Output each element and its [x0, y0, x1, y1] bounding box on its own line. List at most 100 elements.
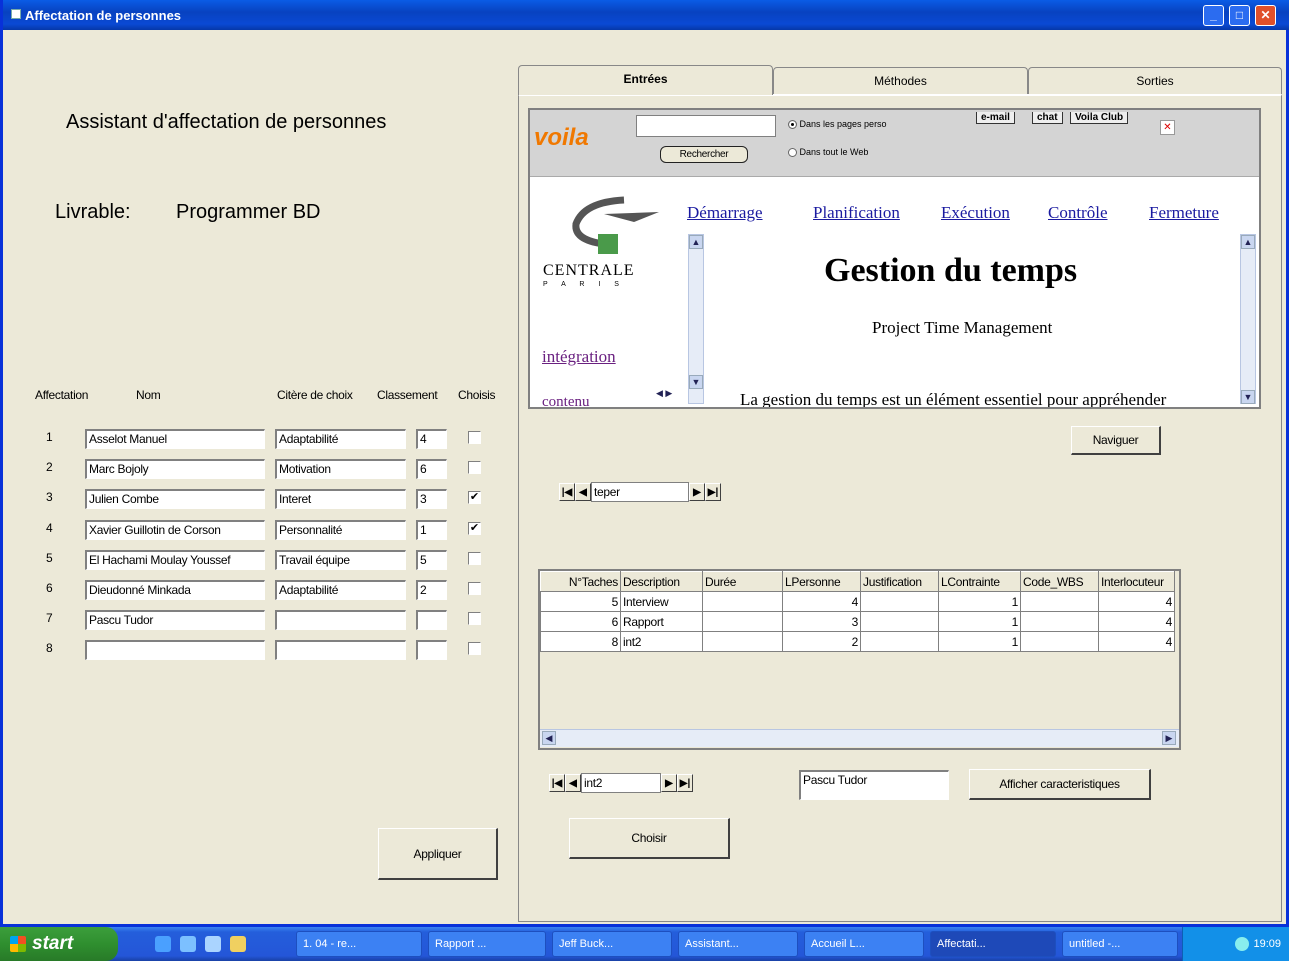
start-button[interactable]: start: [0, 927, 118, 961]
grid-cell[interactable]: 3: [782, 611, 861, 632]
nom-field[interactable]: Asselot Manuel: [85, 429, 265, 449]
naviguer-button[interactable]: Naviguer: [1071, 426, 1161, 455]
grid-cell[interactable]: [860, 611, 939, 632]
side-link-integration[interactable]: intégration: [542, 347, 616, 367]
classement-field[interactable]: 4: [416, 429, 447, 449]
grid-scroll-left-icon[interactable]: ◀: [542, 731, 556, 745]
classement-field[interactable]: 5: [416, 550, 447, 570]
main-scroll-up-icon[interactable]: ▲: [1241, 235, 1255, 249]
grid-header-cell[interactable]: Justification: [860, 571, 939, 592]
nom-field[interactable]: Marc Bojoly: [85, 459, 265, 479]
web-browser[interactable]: voila Rechercher Dans les pages perso Da…: [528, 108, 1261, 409]
choisi-checkbox[interactable]: [468, 612, 481, 625]
choisi-checkbox[interactable]: [468, 431, 481, 444]
grid-header-cell[interactable]: Durée: [702, 571, 783, 592]
grid-cell[interactable]: 2: [782, 631, 861, 652]
tab-entrees[interactable]: Entrées: [518, 65, 773, 95]
link-demarrage[interactable]: Démarrage: [687, 203, 763, 223]
nom-field[interactable]: Julien Combe: [85, 489, 265, 509]
quicklaunch-outlook-icon[interactable]: [180, 936, 196, 952]
critere-field[interactable]: Motivation: [275, 459, 406, 479]
voila-tab-email[interactable]: e-mail: [976, 112, 1015, 124]
link-controle[interactable]: Contrôle: [1048, 203, 1108, 223]
voila-tab-club[interactable]: Voila Club: [1070, 112, 1129, 124]
critere-field[interactable]: Adaptabilité: [275, 580, 406, 600]
appliquer-button[interactable]: Appliquer: [378, 828, 498, 880]
close-button[interactable]: ✕: [1255, 5, 1276, 26]
tray-network-icon[interactable]: [1235, 937, 1250, 951]
grid-cell[interactable]: 5: [540, 591, 621, 612]
grid-cell[interactable]: 4: [1098, 611, 1175, 632]
nom-field[interactable]: El Hachami Moulay Youssef: [85, 550, 265, 570]
grid-cell[interactable]: [860, 591, 939, 612]
title-bar[interactable]: Affectation de personnes _ □ ✕: [3, 0, 1289, 30]
quicklaunch-media-icon[interactable]: [205, 936, 221, 952]
grid-cell[interactable]: 8: [540, 631, 621, 652]
critere-field[interactable]: Adaptabilité: [275, 429, 406, 449]
grid-cell[interactable]: [702, 611, 783, 632]
choisi-checkbox[interactable]: [468, 461, 481, 474]
classement-field[interactable]: 3: [416, 489, 447, 509]
link-execution[interactable]: Exécution: [941, 203, 1010, 223]
critere-field[interactable]: Interet: [275, 489, 406, 509]
maximize-button[interactable]: □: [1229, 5, 1250, 26]
grid-cell[interactable]: Interview: [620, 591, 703, 612]
classement-field[interactable]: 2: [416, 580, 447, 600]
classement-field[interactable]: 6: [416, 459, 447, 479]
grid-cell[interactable]: 4: [1098, 591, 1175, 612]
tab-sorties[interactable]: Sorties: [1028, 67, 1282, 95]
choisi-checkbox[interactable]: [468, 642, 481, 655]
main-scroll-down-icon[interactable]: ▼: [1241, 390, 1255, 404]
nom-field[interactable]: Xavier Guillotin de Corson: [85, 520, 265, 540]
nav1-prev-icon[interactable]: ◀: [575, 483, 591, 501]
grid-cell[interactable]: [860, 631, 939, 652]
nav1-value[interactable]: teper: [591, 482, 689, 502]
grid-cell[interactable]: [1020, 611, 1099, 632]
nav2-prev-icon[interactable]: ◀: [565, 774, 581, 792]
grid-hscrollbar[interactable]: ◀ ▶: [540, 729, 1179, 747]
nom-field[interactable]: Dieudonné Minkada: [85, 580, 265, 600]
nom-field[interactable]: Pascu Tudor: [85, 610, 265, 630]
choisi-checkbox[interactable]: ✔: [468, 522, 481, 535]
person-field[interactable]: Pascu Tudor: [799, 770, 949, 800]
voila-search-input[interactable]: [636, 115, 776, 137]
nom-field[interactable]: [85, 640, 265, 660]
nav2-value[interactable]: int2: [581, 773, 661, 793]
grid-cell[interactable]: [1020, 631, 1099, 652]
scroll-up-arrow-icon[interactable]: ▲: [689, 235, 703, 249]
grid-header-cell[interactable]: Interlocuteur: [1098, 571, 1175, 592]
minimize-button[interactable]: _: [1203, 5, 1224, 26]
choisi-checkbox[interactable]: [468, 552, 481, 565]
taskbar-item-3[interactable]: Jeff Buck...: [552, 931, 672, 957]
grid-cell[interactable]: 6: [540, 611, 621, 632]
classement-field[interactable]: [416, 610, 447, 630]
link-fermeture[interactable]: Fermeture: [1149, 203, 1219, 223]
grid-cell[interactable]: 1: [938, 591, 1021, 612]
nav2-next-icon[interactable]: ▶: [661, 774, 677, 792]
afficher-caracteristiques-button[interactable]: Afficher caracteristiques: [969, 769, 1151, 800]
taskbar-item-7[interactable]: untitled -...: [1062, 931, 1178, 957]
quicklaunch-folder-icon[interactable]: [230, 936, 246, 952]
left-frame-scrollbar[interactable]: ▲ ▼: [688, 234, 704, 404]
taskbar-item-1[interactable]: 1. 04 - re...: [296, 931, 422, 957]
grid-cell[interactable]: 4: [782, 591, 861, 612]
tab-methodes[interactable]: Méthodes: [773, 67, 1028, 95]
grid-cell[interactable]: [1020, 591, 1099, 612]
table-row[interactable]: 6 Rapport 3 1 4: [540, 611, 1175, 632]
side-link-contenu[interactable]: contenu: [542, 394, 589, 407]
grid-cell[interactable]: int2: [620, 631, 703, 652]
classement-field[interactable]: 1: [416, 520, 447, 540]
grid-header-cell[interactable]: LPersonne: [782, 571, 861, 592]
taskbar-item-6[interactable]: Affectati...: [930, 931, 1056, 957]
radio-pages-perso[interactable]: Dans les pages perso: [788, 119, 887, 130]
critere-field[interactable]: Travail équipe: [275, 550, 406, 570]
grid-header-cell[interactable]: LContrainte: [938, 571, 1021, 592]
grid-cell[interactable]: 1: [938, 611, 1021, 632]
taskbar-item-4[interactable]: Assistant...: [678, 931, 798, 957]
nav1-first-icon[interactable]: |◀: [559, 483, 575, 501]
nav2-first-icon[interactable]: |◀: [549, 774, 565, 792]
grid-cell[interactable]: 4: [1098, 631, 1175, 652]
choisir-button[interactable]: Choisir: [569, 818, 730, 859]
taches-grid[interactable]: N°Taches Description Durée LPersonne Justifi…: [538, 569, 1181, 750]
choisi-checkbox[interactable]: [468, 582, 481, 595]
